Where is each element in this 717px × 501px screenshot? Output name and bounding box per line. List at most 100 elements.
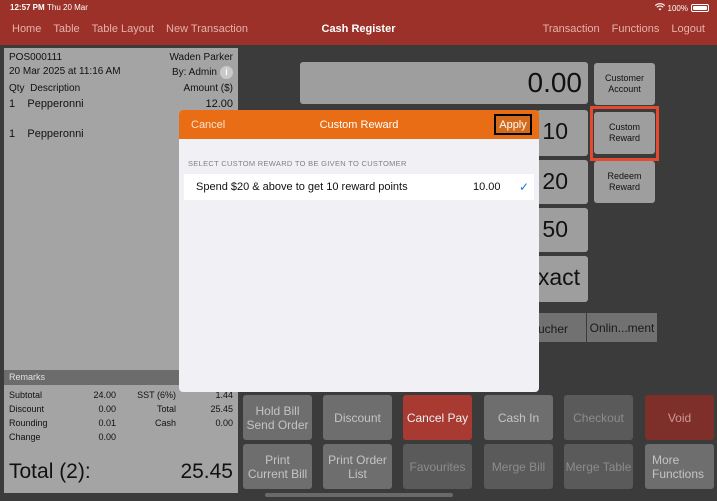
- label-line: Hold Bill: [255, 403, 300, 418]
- col-amount: Amount ($): [183, 83, 233, 94]
- totals-row: Rounding 0.01 Cash 0.00: [9, 416, 233, 430]
- void-button[interactable]: Void: [645, 395, 714, 440]
- status-right: 100%: [654, 3, 709, 13]
- totals-label: Rounding: [9, 418, 48, 428]
- button-label: More Functions: [652, 453, 704, 481]
- exact-cash-button[interactable]: xact: [537, 256, 588, 302]
- button-label: Print Current Bill: [248, 453, 307, 481]
- item-qty-desc: 1 Pepperonni: [9, 98, 84, 110]
- nav-bar: Home Table Table Layout New Transaction …: [0, 16, 717, 42]
- section-label: SELECT CUSTOM REWARD TO BE GIVEN TO CUST…: [188, 159, 407, 168]
- custom-reward-highlight: [590, 106, 659, 161]
- label-line: List: [348, 466, 367, 481]
- totals-label: Subtotal: [9, 390, 43, 400]
- checkout-button[interactable]: Checkout: [564, 395, 633, 440]
- receipt-item[interactable]: 1 Pepperonni 12.00: [9, 98, 233, 110]
- nav-functions[interactable]: Functions: [612, 23, 660, 35]
- redeem-reward-label: Redeem Reward: [607, 171, 641, 193]
- wifi-icon: [654, 3, 665, 13]
- favourites-button[interactable]: Favourites: [403, 444, 472, 489]
- merge-bill-button[interactable]: Merge Bill: [484, 444, 553, 489]
- totals-row: Discount 0.00 Total 25.45: [9, 402, 233, 416]
- totals-row: Change 0.00: [9, 430, 233, 444]
- top-bar: 12:57 PM Thu 20 Mar 100% Home Table Tabl…: [0, 0, 717, 45]
- print-order-list-button[interactable]: Print Order List: [323, 444, 392, 489]
- totals-value: 0.01: [98, 418, 116, 428]
- battery-percent: 100%: [667, 3, 688, 13]
- col-qty: Qty: [9, 83, 25, 94]
- info-icon[interactable]: i: [220, 66, 233, 79]
- battery-icon: [691, 4, 709, 12]
- label-line: Customer: [604, 73, 644, 83]
- reward-option[interactable]: Spend $20 & above to get 10 reward point…: [184, 174, 534, 200]
- item-amount: 12.00: [205, 98, 233, 110]
- totals-value: 24.00: [93, 390, 116, 400]
- more-functions-button[interactable]: More Functions: [645, 444, 714, 489]
- col-qty-desc: Qty Description: [9, 83, 80, 94]
- hold-bill-send-order-button[interactable]: Hold Bill Send Order: [243, 395, 312, 440]
- totals-table: Subtotal 24.00 SST (6%) 1.44 Discount 0.…: [9, 388, 233, 444]
- customer-account-label: Customer Account: [605, 73, 644, 95]
- label-line: More: [652, 452, 680, 467]
- totals-value: 25.45: [210, 404, 233, 414]
- col-desc: Description: [30, 83, 81, 94]
- receipt-customer[interactable]: Waden Parker: [169, 52, 233, 63]
- receipt-by-label: By: Admin: [171, 67, 217, 78]
- customer-account-button[interactable]: Customer Account: [594, 63, 655, 105]
- redeem-reward-button[interactable]: Redeem Reward: [594, 161, 655, 203]
- home-indicator[interactable]: [265, 493, 453, 497]
- modal-header: Cancel Custom Reward Apply: [179, 110, 539, 139]
- custom-reward-modal: Cancel Custom Reward Apply SELECT CUSTOM…: [179, 110, 539, 392]
- label-line: Send Order: [246, 417, 309, 432]
- print-current-bill-button[interactable]: Print Current Bill: [243, 444, 312, 489]
- totals-label: SST (6%): [137, 390, 176, 400]
- cash-in-button[interactable]: Cash In: [484, 395, 553, 440]
- grand-total-label: Total (2):: [9, 460, 91, 483]
- receipt-header-row1: POS000111 Waden Parker: [9, 52, 233, 63]
- online-payment-button[interactable]: Onlin...ment: [587, 313, 657, 342]
- cash-10-button[interactable]: 10: [537, 110, 588, 156]
- nav-logout[interactable]: Logout: [671, 23, 705, 35]
- nav-transaction[interactable]: Transaction: [543, 23, 600, 35]
- label-line: Functions: [652, 466, 705, 481]
- amount-display[interactable]: 0.00: [300, 62, 588, 104]
- merge-table-button[interactable]: Merge Table: [564, 444, 633, 489]
- receipt-by: By: Admin i: [172, 66, 233, 79]
- totals-label: Cash: [154, 418, 176, 428]
- receipt-datetime: 20 Mar 2025 at 11:16 AM: [9, 66, 121, 77]
- item-desc: Pepperonni: [27, 98, 84, 110]
- label-line: Print Order: [328, 452, 387, 467]
- grand-total-value: 25.45: [180, 460, 233, 483]
- discount-button[interactable]: Discount: [323, 395, 392, 440]
- item-qty-desc: 1 Pepperonni: [9, 128, 84, 140]
- label-line: Print: [265, 452, 290, 467]
- item-qty: 1: [9, 98, 16, 110]
- button-label: Hold Bill Send Order: [246, 404, 308, 432]
- modal-title: Custom Reward: [319, 119, 399, 131]
- checkmark-icon: ✓: [519, 180, 530, 194]
- totals-value: 0.00: [98, 432, 116, 442]
- item-desc: Pepperonni: [27, 128, 84, 140]
- status-time: 12:57 PM: [10, 3, 45, 12]
- totals-label: Total: [156, 404, 176, 414]
- cash-50-button[interactable]: 50: [537, 208, 588, 252]
- receipt-header-row2: 20 Mar 2025 at 11:16 AM By: Admin i: [9, 66, 233, 79]
- label-line: Account: [608, 84, 641, 94]
- totals-value: 0.00: [215, 418, 233, 428]
- nav-right: Transaction Functions Logout: [543, 23, 705, 35]
- grand-total: Total (2): 25.45: [9, 460, 233, 484]
- voucher-button[interactable]: ucher: [538, 313, 586, 342]
- label-line: Current Bill: [247, 466, 308, 481]
- label-line: Redeem: [607, 171, 642, 181]
- totals-value: 0.00: [98, 404, 116, 414]
- modal-apply-button[interactable]: Apply: [494, 114, 532, 135]
- cash-20-button[interactable]: 20: [537, 160, 588, 204]
- cancel-pay-button[interactable]: Cancel Pay: [403, 395, 472, 440]
- reward-option-label: Spend $20 & above to get 10 reward point…: [196, 181, 408, 193]
- item-qty: 1: [9, 128, 16, 140]
- button-label: Print Order List: [328, 453, 387, 481]
- label-line: Reward: [608, 182, 640, 192]
- totals-label: Discount: [9, 404, 45, 414]
- receipt-number: POS000111: [9, 52, 63, 63]
- receipt-column-headers: Qty Description Amount ($): [9, 83, 233, 94]
